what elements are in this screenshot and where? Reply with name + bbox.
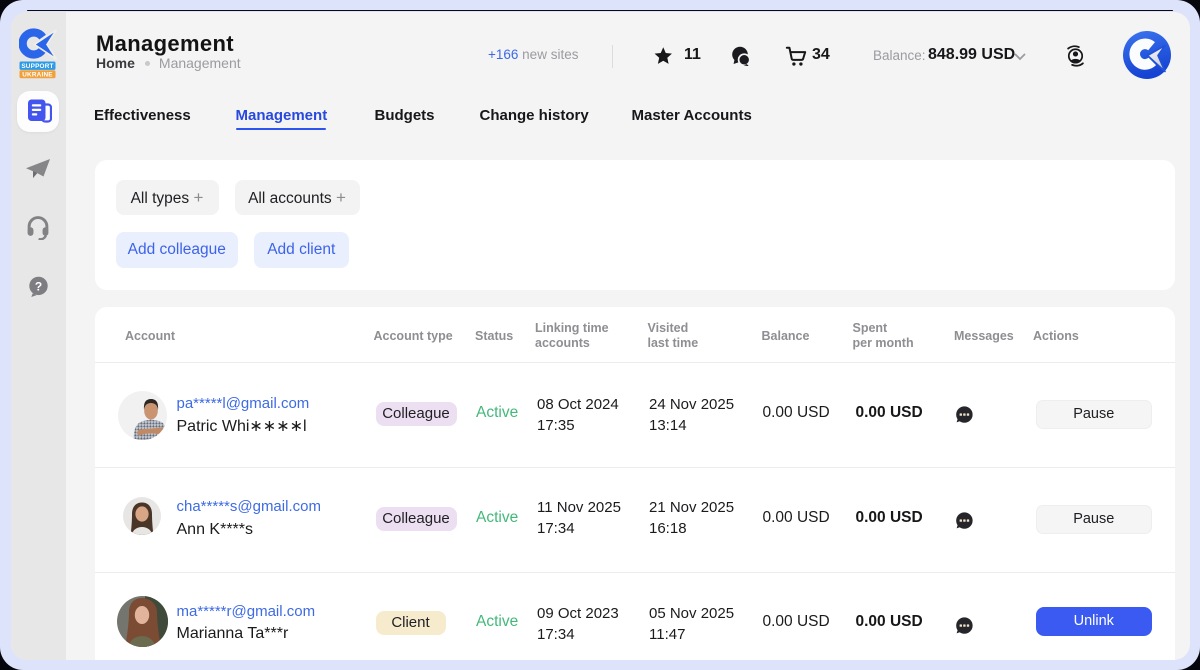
svg-text:SUPPORT: SUPPORT	[21, 63, 53, 70]
svg-text:?: ?	[35, 279, 42, 293]
svg-text:UKRAINE: UKRAINE	[22, 71, 53, 78]
